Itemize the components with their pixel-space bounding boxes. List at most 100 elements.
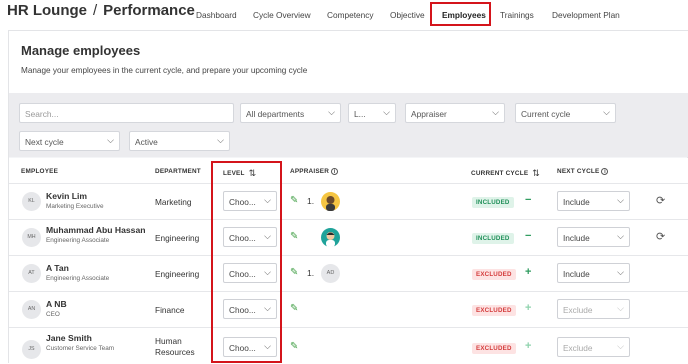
chevron-down-icon[interactable]: ⌵ [155,3,163,16]
nav-dashboard[interactable]: Dashboard [196,10,237,20]
department-filter-value: All departments [246,109,305,119]
col-header-next-cycle: NEXT CYCLE i [557,168,609,175]
table-row: JS Jane Smith Customer Service Team Huma… [9,327,688,363]
search-input[interactable]: Search... [19,103,234,123]
appraiser-filter[interactable]: Appraiser ⌵ [405,103,505,123]
department-filter[interactable]: All departments ⌵ [240,103,341,123]
status-filter[interactable]: Active ⌵ [129,131,230,151]
next-cycle-filter[interactable]: Next cycle ⌵ [19,131,120,151]
next-cycle-select-value: Exclude [563,343,593,353]
appraiser-order: 1. [307,268,315,278]
section-name: Performance [103,2,195,19]
department-value: Engineering [155,269,200,279]
next-cycle-filter-value: Next cycle [25,137,64,147]
employee-name[interactable]: Jane Smith [46,333,92,343]
employee-name[interactable]: Muhammad Abu Hassan [46,225,145,235]
chevron-down-icon: ⌵ [328,107,335,117]
chevron-down-icon: ⌵ [617,195,624,205]
nav-cycle-overview[interactable]: Cycle Overview [253,10,311,20]
department-line: Human [155,336,182,346]
col-header-appraiser: APPRAISER i [290,168,339,175]
employees-tab-highlight [430,2,491,26]
col-header-current-cycle[interactable]: CURRENT CYCLE ⇅ [471,168,540,179]
chevron-down-icon: ⌵ [617,303,624,313]
breadcrumb-separator: / [93,2,98,19]
employee-title: Marketing Executive [46,203,104,210]
level-column-highlight [211,161,282,363]
chevron-down-icon: ⌵ [617,341,624,351]
app-brand: HR Lounge / Performance [7,2,195,19]
col-header-employee: EMPLOYEE [21,168,59,175]
next-cycle-select[interactable]: Exclude ⌵ [557,337,630,357]
info-icon[interactable]: i [601,168,609,175]
remove-from-cycle-button[interactable]: − [525,230,531,242]
employee-title: Customer Service Team [46,345,115,352]
next-cycle-select-value: Include [563,233,590,243]
next-cycle-select-value: Include [563,269,590,279]
employee-name[interactable]: A Tan [46,263,69,273]
current-cycle-filter-value: Current cycle [521,109,571,119]
appraiser-avatar [321,192,340,211]
sort-icon[interactable]: ⇅ [532,168,540,178]
next-cycle-select[interactable]: Include ⌵ [557,263,630,283]
panel-header: Manage employees Manage your employees i… [9,31,688,93]
remove-from-cycle-button[interactable]: − [525,194,531,206]
table-row: AT A Tan Engineering Associate Engineeri… [9,255,688,291]
level-filter-value: L... [354,109,366,119]
next-cycle-select[interactable]: Include ⌵ [557,227,630,247]
status-badge: EXCLUDED [472,269,516,280]
appraiser-avatar [321,228,340,247]
pencil-icon[interactable]: ✎ [290,195,298,206]
add-to-cycle-button[interactable]: + [525,302,531,314]
appraiser-filter-value: Appraiser [411,109,447,119]
department-value: Finance [155,305,185,315]
brand-name: HR Lounge [7,2,87,19]
next-cycle-select-value: Include [563,197,590,207]
info-icon[interactable]: i [331,168,339,175]
department-value: Marketing [155,197,192,207]
nav-competency[interactable]: Competency [327,10,374,20]
chevron-down-icon: ⌵ [603,107,610,117]
refresh-icon[interactable]: ⟳ [656,194,665,207]
avatar: AT [22,264,41,283]
employee-name[interactable]: A NB [46,299,67,309]
add-to-cycle-button[interactable]: + [525,340,531,352]
status-badge: EXCLUDED [472,343,516,354]
employee-name[interactable]: Kevin Lim [46,191,87,201]
department-line: Resources [155,347,195,357]
current-cycle-filter[interactable]: Current cycle ⌵ [515,103,616,123]
page-title: Manage employees [21,43,141,58]
level-filter[interactable]: L... ⌵ [348,103,396,123]
nav-objective[interactable]: Objective [390,10,425,20]
chevron-down-icon: ⌵ [492,107,499,117]
status-filter-value: Active [135,137,158,147]
next-cycle-select[interactable]: Include ⌵ [557,191,630,211]
manage-employees-panel: Manage employees Manage your employees i… [8,30,688,364]
pencil-icon[interactable]: ✎ [290,303,298,314]
top-bar: HR Lounge / Performance ⌵ Dashboard Cycle … [0,0,688,28]
status-badge: INCLUDED [472,233,514,244]
avatar: AN [22,300,41,319]
filter-bar: Search... All departments ⌵ L... ⌵ Appra… [9,93,688,157]
chevron-down-icon: ⌵ [217,135,224,145]
pencil-icon[interactable]: ✎ [290,231,298,242]
employee-title: Engineering Associate [46,275,110,282]
col-header-department: DEPARTMENT [155,168,201,175]
status-badge: INCLUDED [472,197,514,208]
table-row: AN A NB CEO Finance Choo... ⌵ ✎ EXCLUDED … [9,291,688,327]
pencil-icon[interactable]: ✎ [290,267,298,278]
employee-title: Engineering Associate [46,237,110,244]
col-header-next-cycle-label: NEXT CYCLE [557,168,600,175]
page-subtitle: Manage your employees in the current cyc… [21,66,308,75]
nav-development-plan[interactable]: Development Plan [552,10,620,20]
add-to-cycle-button[interactable]: + [525,266,531,278]
chevron-down-icon: ⌵ [107,135,114,145]
next-cycle-select[interactable]: Exclude ⌵ [557,299,630,319]
next-cycle-select-value: Exclude [563,305,593,315]
chevron-down-icon: ⌵ [383,107,390,117]
refresh-icon[interactable]: ⟳ [656,230,665,243]
department-value: Engineering [155,233,200,243]
pencil-icon[interactable]: ✎ [290,341,298,352]
nav-trainings[interactable]: Trainings [500,10,534,20]
avatar: JS [22,340,41,359]
